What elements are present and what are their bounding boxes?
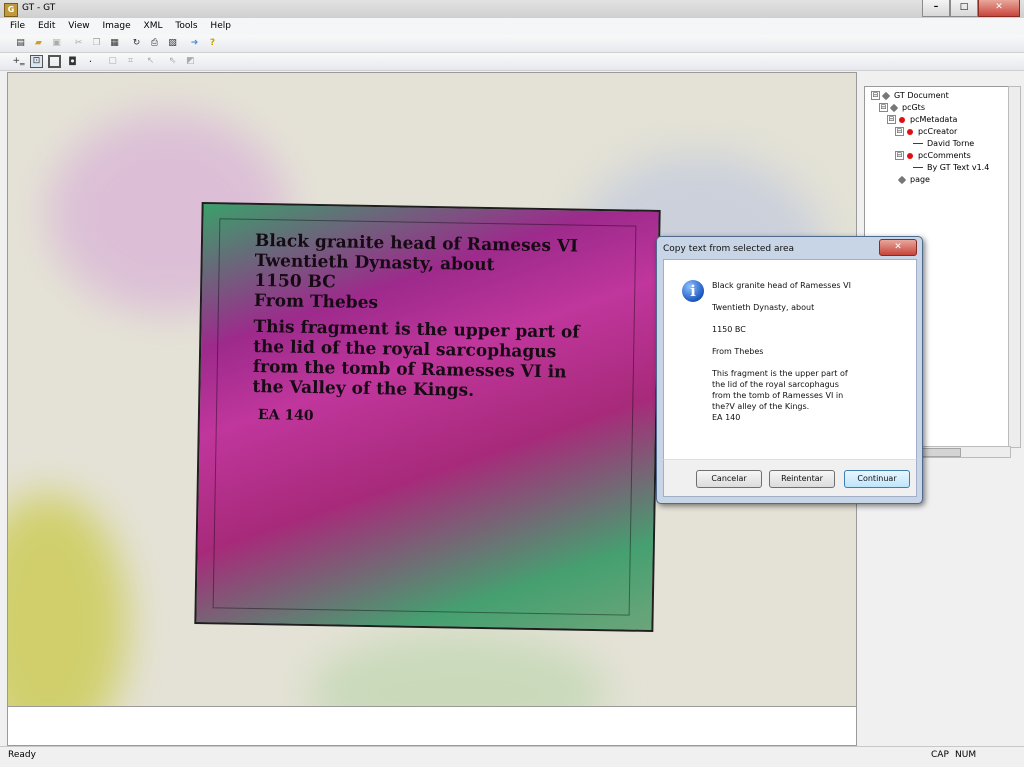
dialog-line: This fragment is the upper part of [712,369,848,378]
minimize-button[interactable]: – [922,0,950,17]
tree-node-david-torne[interactable]: David Torne [913,139,974,148]
dialog-footer: Cancelar Reintentar Continuar [663,459,917,497]
arrow-icon[interactable]: ➜ [188,37,201,50]
node-icon [889,103,899,112]
app-icon: G [4,3,18,17]
plaque-text: Black granite head of Rameses VI Twentie… [252,231,581,431]
pointer-arrow-icon[interactable]: ⇖ [166,55,179,68]
dialog-line: 1150 BC [712,325,746,334]
dialog-line: Black granite head of Ramesses VI [712,281,851,290]
dialog-line: Twentieth Dynasty, about [712,303,815,312]
close-button[interactable]: ✕ [978,0,1020,17]
new-icon[interactable]: ▤ [14,37,27,50]
dialog-line: the lid of the royal sarcophagus [712,380,839,389]
dot-icon[interactable]: · [84,55,97,68]
tree-node-pcmetadata[interactable]: ⊟ pcMetadata [887,115,957,124]
drawing-toolbar: +‗ ⊡ ◘ · ▢ ⌗ ↖ ⇖ ◩ [0,53,1024,71]
window-controls: – □ ✕ [922,0,1020,17]
dialog-line: From Thebes [712,347,764,356]
refresh-icon[interactable]: ↻ [130,37,143,50]
status-text: Ready [8,750,36,760]
collapse-icon[interactable]: ⊟ [887,115,896,124]
caps-indicator: CAP [931,750,949,760]
node-icon [899,116,905,123]
museum-plaque: Black granite head of Rameses VI Twentie… [194,201,661,633]
tree-node-label: page [910,175,930,184]
node-icon [881,91,891,100]
dialog-line: the?V alley of the Kings. [712,402,810,411]
menu-help[interactable]: Help [210,21,231,31]
retry-button[interactable]: Reintentar [769,470,835,488]
window-title: GT - GT [22,3,56,13]
dialog-line: EA 140 [712,413,741,422]
print-preview-icon[interactable]: ▧ [166,37,179,50]
tree-node-gt-text-version[interactable]: By GT Text v1.4 [913,163,989,172]
tree-node-label: pcMetadata [910,115,958,124]
node-icon [897,175,907,184]
tree-vertical-scrollbar[interactable] [1008,86,1021,448]
save-icon[interactable]: ▣ [50,37,63,50]
background-stain [8,493,128,707]
dialog-title: Copy text from selected area [663,244,795,254]
tag-icon[interactable]: ◩ [184,55,197,68]
page-icon[interactable]: ▢ [106,55,119,68]
leaf-icon [913,167,923,168]
collapse-icon[interactable]: ⊟ [895,151,904,160]
select-region-icon[interactable]: ⊡ [30,55,43,68]
menu-view[interactable]: View [68,21,89,31]
rect-icon[interactable]: ◘ [66,55,79,68]
tree-node-pcgts[interactable]: ⊟ pcGts [879,103,925,112]
node-icon [907,128,913,135]
tree-node-page[interactable]: page [897,175,930,184]
tree-node-label: pcComments [918,151,971,160]
num-indicator: NUM [955,750,977,760]
menu-edit[interactable]: Edit [38,21,55,31]
menu-image[interactable]: Image [102,21,130,31]
dialog-line: from the tomb of Ramesses VI in [712,391,844,400]
zoom-fit-icon[interactable]: +‗ [12,55,25,68]
background-stain [308,633,608,707]
menu-file[interactable]: File [10,21,25,31]
dialog-body: i Black granite head of Ramesses VI Twen… [663,259,917,461]
maximize-button[interactable]: □ [950,0,978,17]
text-output-area[interactable] [7,706,857,746]
cancel-button[interactable]: Cancelar [696,470,762,488]
menu-xml[interactable]: XML [144,21,163,31]
print-icon[interactable]: ⎙ [148,37,161,50]
dialog-close-button[interactable]: ✕ [879,239,917,256]
collapse-icon[interactable]: ⊟ [871,91,880,100]
collapse-icon[interactable]: ⊟ [895,127,904,136]
copy-icon[interactable]: ❐ [90,37,103,50]
collapse-icon[interactable]: ⊟ [879,103,888,112]
leaf-icon [913,143,923,144]
node-icon [907,152,913,159]
tree-node-gt-document[interactable]: ⊟ GT Document [871,91,949,100]
tree-node-label: David Torne [927,139,975,148]
tree-node-label: GT Document [894,91,949,100]
crop-icon[interactable]: ⌗ [124,55,137,68]
status-bar: Ready CAP NUM [0,746,1024,767]
tree-node-pccreator[interactable]: ⊟ pcCreator [895,127,957,136]
info-icon: i [682,280,704,302]
open-icon[interactable]: ▰ [32,37,45,50]
continue-button[interactable]: Continuar [844,470,910,488]
plaque-line: From Thebes [253,290,379,314]
tree-node-label: By GT Text v1.4 [927,163,990,172]
copy-text-dialog: Copy text from selected area ✕ i Black g… [656,236,923,504]
menu-tools[interactable]: Tools [175,21,197,31]
rect-thick-icon[interactable] [48,55,61,68]
tree-node-label: pcCreator [918,127,958,136]
menu-bar: File Edit View Image XML Tools Help [0,18,1024,35]
pointer-icon[interactable]: ↖ [144,55,157,68]
help-icon[interactable]: ? [206,37,219,50]
dialog-message: Black granite head of Ramesses VI Twenti… [712,280,851,423]
title-bar: G GT - GT – □ ✕ [0,0,1024,19]
tree-node-label: pcGts [902,103,925,112]
paste-icon[interactable]: ▦ [108,37,121,50]
cut-icon[interactable]: ✂ [72,37,85,50]
main-toolbar: ▤ ▰ ▣ ✂ ❐ ▦ ↻ ⎙ ▧ ➜ ? [0,35,1024,53]
tree-node-pccomments[interactable]: ⊟ pcComments [895,151,971,160]
